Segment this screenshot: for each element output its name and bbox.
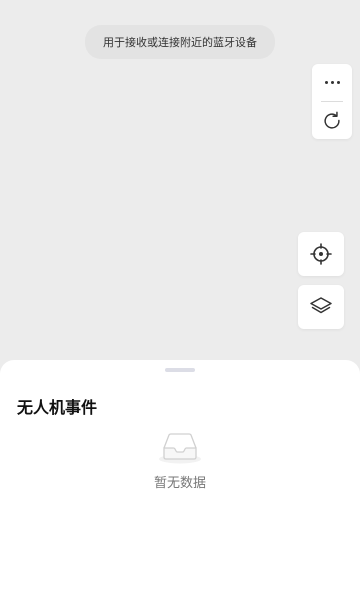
layers-icon: [310, 297, 332, 314]
map-view[interactable]: 用于接收或连接附近的蓝牙设备: [0, 0, 360, 362]
map-control-group: [312, 64, 352, 139]
crosshair-icon: [310, 243, 332, 265]
panel-title: 无人机事件: [17, 398, 98, 417]
layers-button[interactable]: [298, 285, 344, 329]
toast-text: 用于接收或连接附近的蓝牙设备: [103, 36, 257, 49]
locate-button[interactable]: [298, 232, 344, 276]
empty-text: 暂无数据: [153, 476, 206, 491]
drag-handle[interactable]: [165, 368, 195, 372]
events-panel: 无人机事件 暂无数据: [0, 360, 360, 600]
more-horizontal-icon: [324, 81, 340, 84]
empty-state: 暂无数据: [0, 430, 360, 491]
refresh-icon: [324, 111, 340, 129]
refresh-button[interactable]: [312, 102, 352, 139]
more-button[interactable]: [312, 64, 352, 101]
screen: 用于接收或连接附近的蓝牙设备 无人机事件 暂无数据: [0, 0, 360, 600]
bluetooth-toast: 用于接收或连接附近的蓝牙设备: [85, 25, 275, 59]
empty-inbox-icon: [159, 433, 201, 464]
